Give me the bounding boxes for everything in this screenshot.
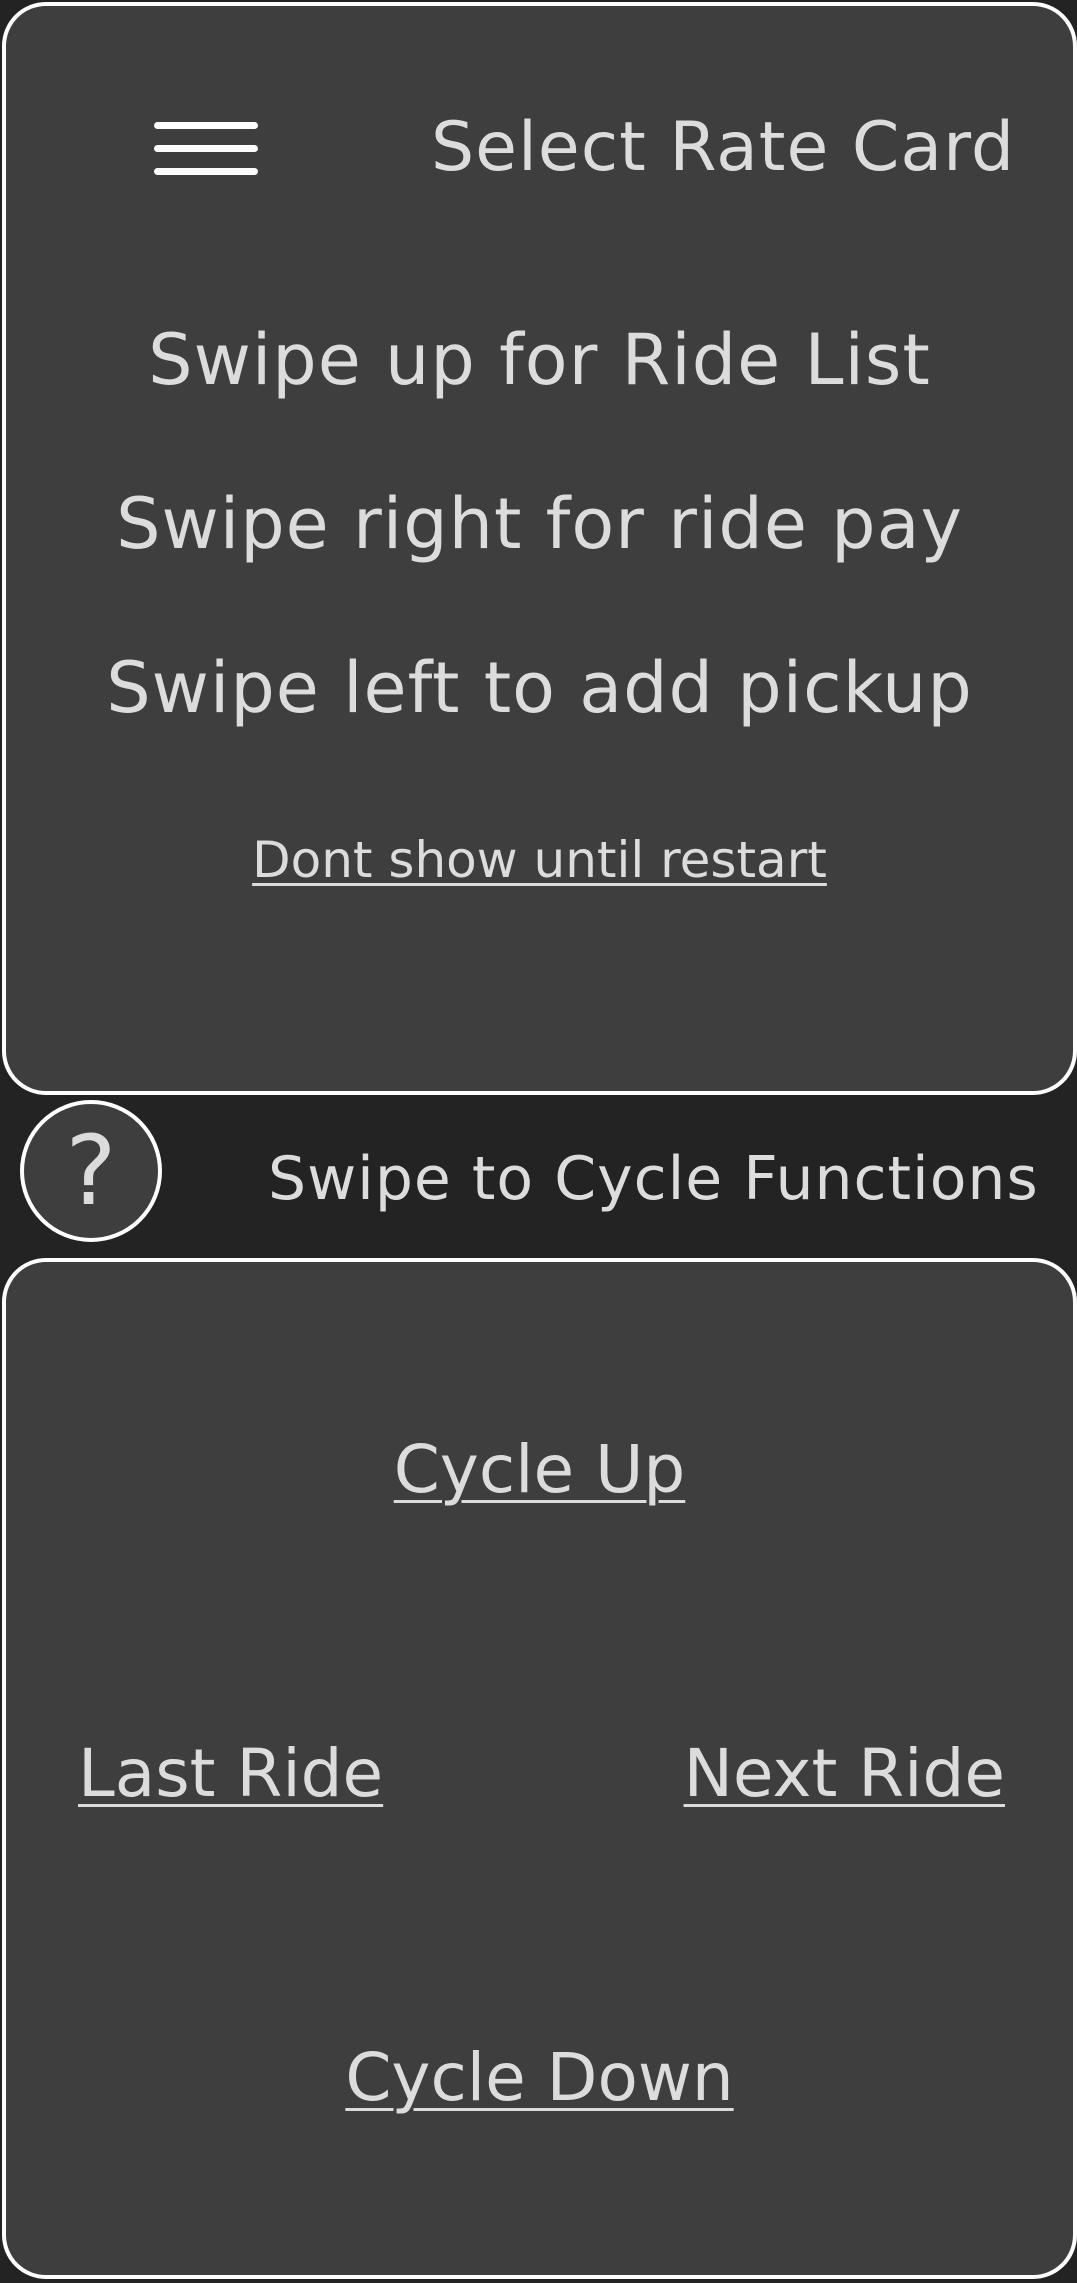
- menu-line: [154, 145, 258, 152]
- instructions-panel: Select Rate Card Swipe up for Ride List …: [2, 2, 1077, 1095]
- hint-swipe-left: Swipe left to add pickup: [106, 647, 973, 729]
- cycle-functions-label: Swipe to Cycle Functions: [268, 1144, 1039, 1214]
- menu-line: [154, 168, 258, 175]
- last-ride-link[interactable]: Last Ride: [78, 1734, 383, 1814]
- hint-swipe-right: Swipe right for ride pay: [116, 483, 963, 565]
- cycle-down-link[interactable]: Cycle Down: [6, 2038, 1073, 2118]
- next-ride-link[interactable]: Next Ride: [684, 1734, 1005, 1814]
- menu-line: [154, 122, 258, 129]
- hint-swipe-up: Swipe up for Ride List: [148, 319, 931, 401]
- cycle-controls-panel[interactable]: Cycle Up Last Ride Next Ride Cycle Down: [2, 1258, 1077, 2279]
- dont-show-until-restart-link[interactable]: Dont show until restart: [6, 830, 1073, 890]
- question-icon[interactable]: ?: [20, 1100, 162, 1242]
- hamburger-menu-icon[interactable]: [154, 118, 262, 182]
- select-rate-card-button[interactable]: Select Rate Card: [431, 108, 1015, 188]
- cycle-up-link[interactable]: Cycle Up: [6, 1430, 1073, 1510]
